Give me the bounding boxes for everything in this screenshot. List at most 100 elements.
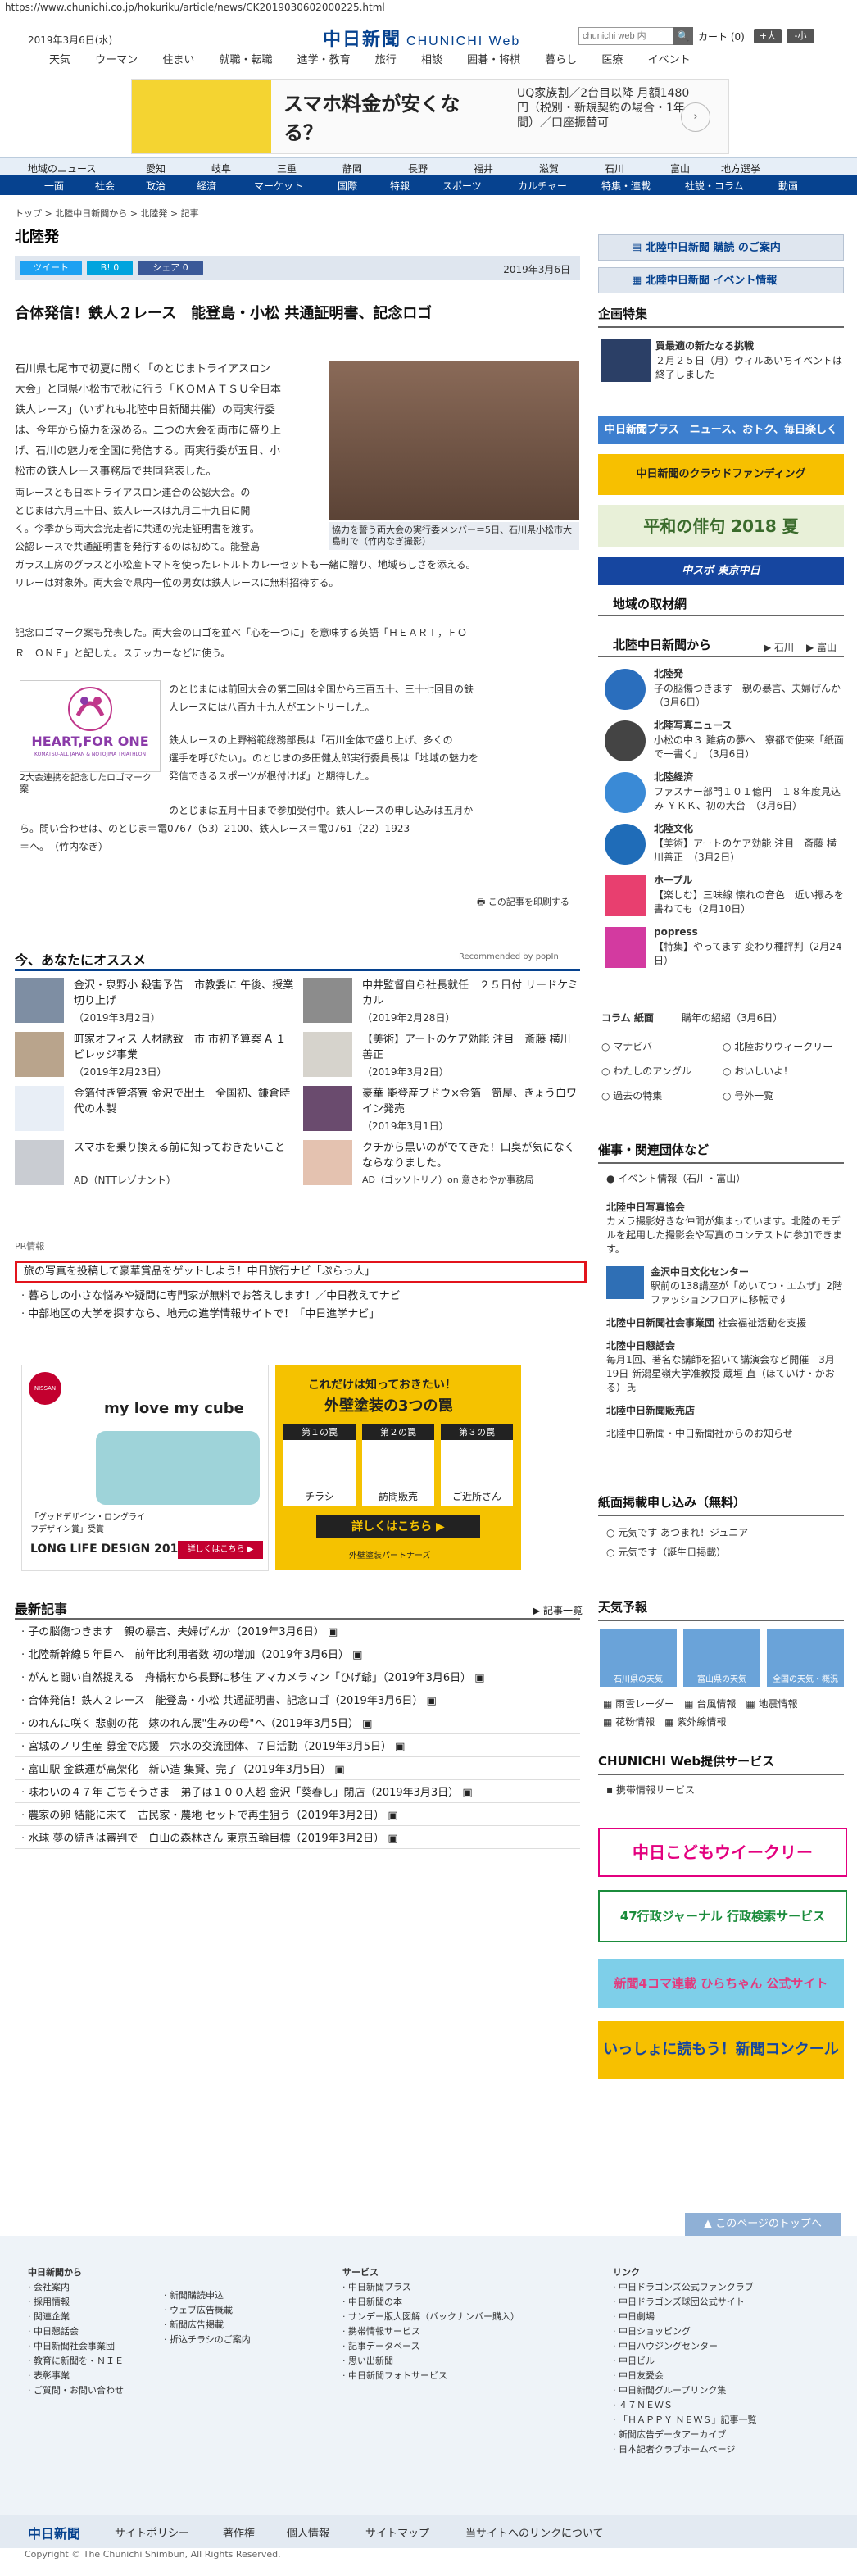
hirachan-banner[interactable]: 新聞4コマ連載 ひらちゃん 公式サイト <box>598 1959 844 2008</box>
footer-link[interactable]: · ４７ＮＥＷＳ <box>613 2398 842 2413</box>
nissan-ad[interactable]: NISSAN my love my cube 「グッドデザイン・ロングライフデザ… <box>21 1365 269 1571</box>
link-past-feature[interactable]: ○ 過去の特集 <box>601 1084 723 1108</box>
list-item[interactable]: · 合体発信！鉄人２レース 能登島・小松 共通証明書、記念ロゴ（2019年3月6… <box>15 1688 580 1711</box>
list-item[interactable]: · 子の脳傷つきます 親の暴言、夫婦げんか（2019年3月6日） ▣ <box>15 1620 580 1642</box>
apply-birthday[interactable]: ○ 元気です（誕生日掲載） <box>606 1546 726 1560</box>
mobile-service-link[interactable]: ▪ 携帯情報サービス <box>606 1783 695 1797</box>
list-item[interactable]: 金沢・泉野小 殺害予告 市教委に 午後、授業切り上げ （2019年3月2日） <box>15 978 297 1032</box>
crowdfunding-banner[interactable]: 中日新聞のクラウドファンディング <box>598 454 844 495</box>
top-ad-banner[interactable]: スマホ料金が安くなる？ UQ家族割／2台目以降 月額1480円（税別・新規契約の… <box>131 79 729 154</box>
cat-woman[interactable]: ウーマン <box>95 54 138 66</box>
feature-thumb[interactable] <box>601 339 651 382</box>
list-item[interactable]: 北陸中日懇話会 毎月1回、著名な講師を招いて講演会など開催 3月19日 新潟星嶺大… <box>601 1337 844 1402</box>
footer-link[interactable]: · 中日新聞フォトサービス <box>342 2369 588 2383</box>
link-angle[interactable]: ○ わたしのアングル <box>601 1059 723 1084</box>
region-local[interactable]: 地域のニュース <box>28 161 96 175</box>
list-item[interactable]: · 北陸新幹線５年目へ 前年比利用者数 初の増加（2019年3月6日） ▣ <box>15 1642 580 1665</box>
footer-privacy[interactable]: 個人情報 <box>287 2524 329 2540</box>
footer-link[interactable]: · 採用情報 <box>28 2295 151 2310</box>
sec-sports[interactable]: スポーツ <box>442 179 482 193</box>
footer-link[interactable]: · 中日劇場 <box>613 2310 842 2324</box>
chuspo-banner[interactable]: 中スポ 東京中日 <box>598 557 844 585</box>
region-gifu[interactable]: 岐阜 <box>211 161 231 175</box>
cart-link[interactable]: カート (0) <box>698 30 745 43</box>
link-radar[interactable]: ▦ 雨雲レーダー <box>603 1698 674 1710</box>
link-pollen[interactable]: ▦ 花粉情報 <box>603 1716 655 1728</box>
footer-link[interactable]: · 中日ビル <box>613 2354 842 2369</box>
sec-front[interactable]: 一面 <box>44 179 64 193</box>
sec-culture[interactable]: カルチャー <box>518 179 567 193</box>
footer-link[interactable]: · 中日ドラゴンズ公式ファンクラブ <box>613 2280 842 2295</box>
print-link[interactable]: 🖶 この記事を印刷する <box>477 895 569 911</box>
footer-link[interactable]: · 「ＨＡＰＰＹ ＮＥＷＳ」記事一覧 <box>613 2413 842 2428</box>
subscribe-link[interactable]: ▤ 北陸中日新聞 購読 のご案内 <box>598 234 844 261</box>
breadcrumb[interactable]: トップ > 北陸中日新聞から > 北陸発 > 記事 <box>15 207 199 220</box>
peace-haiku-banner[interactable]: 平和の俳句 2018 夏 <box>598 505 844 547</box>
link-uv[interactable]: ▦ 紫外線情報 <box>664 1716 726 1728</box>
latest-more-link[interactable]: ▶ 記事一覧 <box>533 1603 583 1617</box>
search-icon[interactable]: 🔍 <box>673 27 693 45</box>
footer-link[interactable]: · サンデー版大図解（バックナンバー購入） <box>342 2310 588 2324</box>
footer-policy[interactable]: サイトポリシー <box>115 2524 189 2540</box>
footer-link[interactable]: · 中日新聞社会事業団 <box>28 2339 151 2354</box>
link-weekly[interactable]: ○ 北陸おりウィークリー <box>723 1034 832 1059</box>
sec-tokuho[interactable]: 特報 <box>390 179 410 193</box>
url-bar[interactable]: https://www.chunichi.co.jp/hokuriku/arti… <box>0 0 857 16</box>
cat-consult[interactable]: 相談 <box>421 54 442 66</box>
event-link[interactable]: ▦ 北陸中日新聞 イベント情報 <box>598 267 844 293</box>
chunichi-plus-banner[interactable]: 中日新聞プラス ニュース、おトク、毎日楽しく <box>598 416 844 444</box>
font-up-button[interactable]: +大 <box>754 29 782 43</box>
footer-link[interactable]: · 折込チラシのご案内 <box>164 2333 303 2347</box>
sec-video[interactable]: 動画 <box>778 179 798 193</box>
footer-link[interactable]: · 表彰事業 <box>28 2369 151 2383</box>
column-sub[interactable]: 購年の紹紹（3月6日） <box>682 1011 782 1025</box>
footer-link[interactable]: · 中日友愛会 <box>613 2369 842 2383</box>
region-aichi[interactable]: 愛知 <box>146 161 166 175</box>
cat-weather[interactable]: 天気 <box>49 54 70 66</box>
footer-link[interactable]: · 中日新聞グループリンク集 <box>613 2383 842 2398</box>
region-ishikawa[interactable]: 石川 <box>605 161 624 175</box>
footer-link[interactable]: · ウェブ広告概載 <box>164 2303 303 2318</box>
search-input[interactable] <box>578 27 673 45</box>
cat-go[interactable]: 囲碁・将棋 <box>467 54 520 66</box>
tweet-button[interactable]: ツイート <box>20 261 82 275</box>
list-item[interactable]: · 富山駅 金鉄運が高架化 新い造 集賢、完了（2019年3月5日） ▣ <box>15 1757 580 1780</box>
list-item[interactable]: スマホを乗り換える前に知っておきたいこと AD（NTTレゾナント） <box>15 1140 297 1194</box>
list-item[interactable]: · 水球 夢の続きは審判で 白山の森林さん 東京五輪目標（2019年3月2日） … <box>15 1826 580 1849</box>
concours-banner[interactable]: いっしょに読もう！新聞コンクール <box>598 2021 844 2079</box>
list-item[interactable]: 金沢中日文化センター 駅前の138講座が「めいてつ・エムザ」2階 ファッションフロ… <box>601 1263 844 1314</box>
site-logo[interactable]: 中日新聞 CHUNICHI Web <box>323 25 520 51</box>
pr-link-oshiete[interactable]: · 暮らしの小さな悩みや疑問に専門家が無料でお答えします！／中日教えてナビ <box>21 1287 401 1302</box>
list-item[interactable]: · がんと闘い自然捉える 舟橋村から長野に移住 アマカメラマン「ひげ爺」（201… <box>15 1665 580 1688</box>
sec-economy[interactable]: 経済 <box>197 179 216 193</box>
list-item[interactable]: 北陸中日新聞販売店 <box>601 1402 844 1424</box>
footer-link[interactable]: · 携帯情報サービス <box>342 2324 588 2339</box>
footer-link[interactable]: · 関連企業 <box>28 2310 151 2324</box>
list-item[interactable]: 中井監督自ら社長就任 ２５日付 リードケミカル （2019年2月28日） <box>303 978 582 1032</box>
list-item[interactable]: 豪華 能登産ブドウ×金箔 笥屋、きょう白ワイン発売 （2019年3月1日） <box>303 1086 582 1140</box>
kodomo-weekly-banner[interactable]: 中日こどもウイークリー <box>598 1828 847 1877</box>
hatena-button[interactable]: B! 0 <box>87 261 133 275</box>
link-typhoon[interactable]: ▦ 台風情報 <box>684 1698 736 1710</box>
list-item[interactable]: ホープル 【楽しむ】三味線 懐れの音色 近い振みを書ねても（2月10日） <box>601 874 844 925</box>
list-item[interactable]: · 農家の卵 結能に末て 古民家・農地 セットで再生狙う（2019年3月2日） … <box>15 1803 580 1826</box>
weather-national[interactable]: 全国の天気・概況 <box>767 1629 844 1687</box>
ad-detail-button[interactable]: 詳しくはこちら ▶ <box>178 1541 263 1559</box>
footer-link[interactable]: · 新聞広告データアーカイブ <box>613 2428 842 2442</box>
pr-link-shingaku[interactable]: · 中部地区の大学を探すなら、地元の進学情報サイトで！「中日進学ナビ」 <box>21 1305 379 1320</box>
cat-job[interactable]: 就職・転職 <box>219 54 272 66</box>
page-top-button[interactable]: ▲ このページのトップへ <box>685 2213 841 2236</box>
font-down-button[interactable]: -小 <box>787 29 814 43</box>
link-manabiba[interactable]: ○ マナビバ <box>601 1034 723 1059</box>
list-item[interactable]: 【美術】アートのケア効能 注目 斎藤 横川善正 （2019年3月2日） <box>303 1032 582 1086</box>
sec-politics[interactable]: 政治 <box>146 179 166 193</box>
footer-linking[interactable]: 当サイトへのリンクについて <box>465 2524 604 2540</box>
footer-logo[interactable]: 中日新聞 <box>28 2523 80 2542</box>
region-mie[interactable]: 三重 <box>277 161 297 175</box>
region-toyama[interactable]: 富山 <box>670 161 690 175</box>
footer-link[interactable]: · 思い出新聞 <box>342 2354 588 2369</box>
list-item[interactable]: · 宮城のノリ生産 募金で応援 穴水の交流団体、７日活動（2019年3月5日） … <box>15 1734 580 1757</box>
cat-home[interactable]: 住まい <box>162 54 194 66</box>
local-network-heading[interactable]: 地域の取材網 <box>598 595 844 616</box>
hoku-link-ishikawa[interactable]: ▶ 石川 <box>764 641 794 655</box>
